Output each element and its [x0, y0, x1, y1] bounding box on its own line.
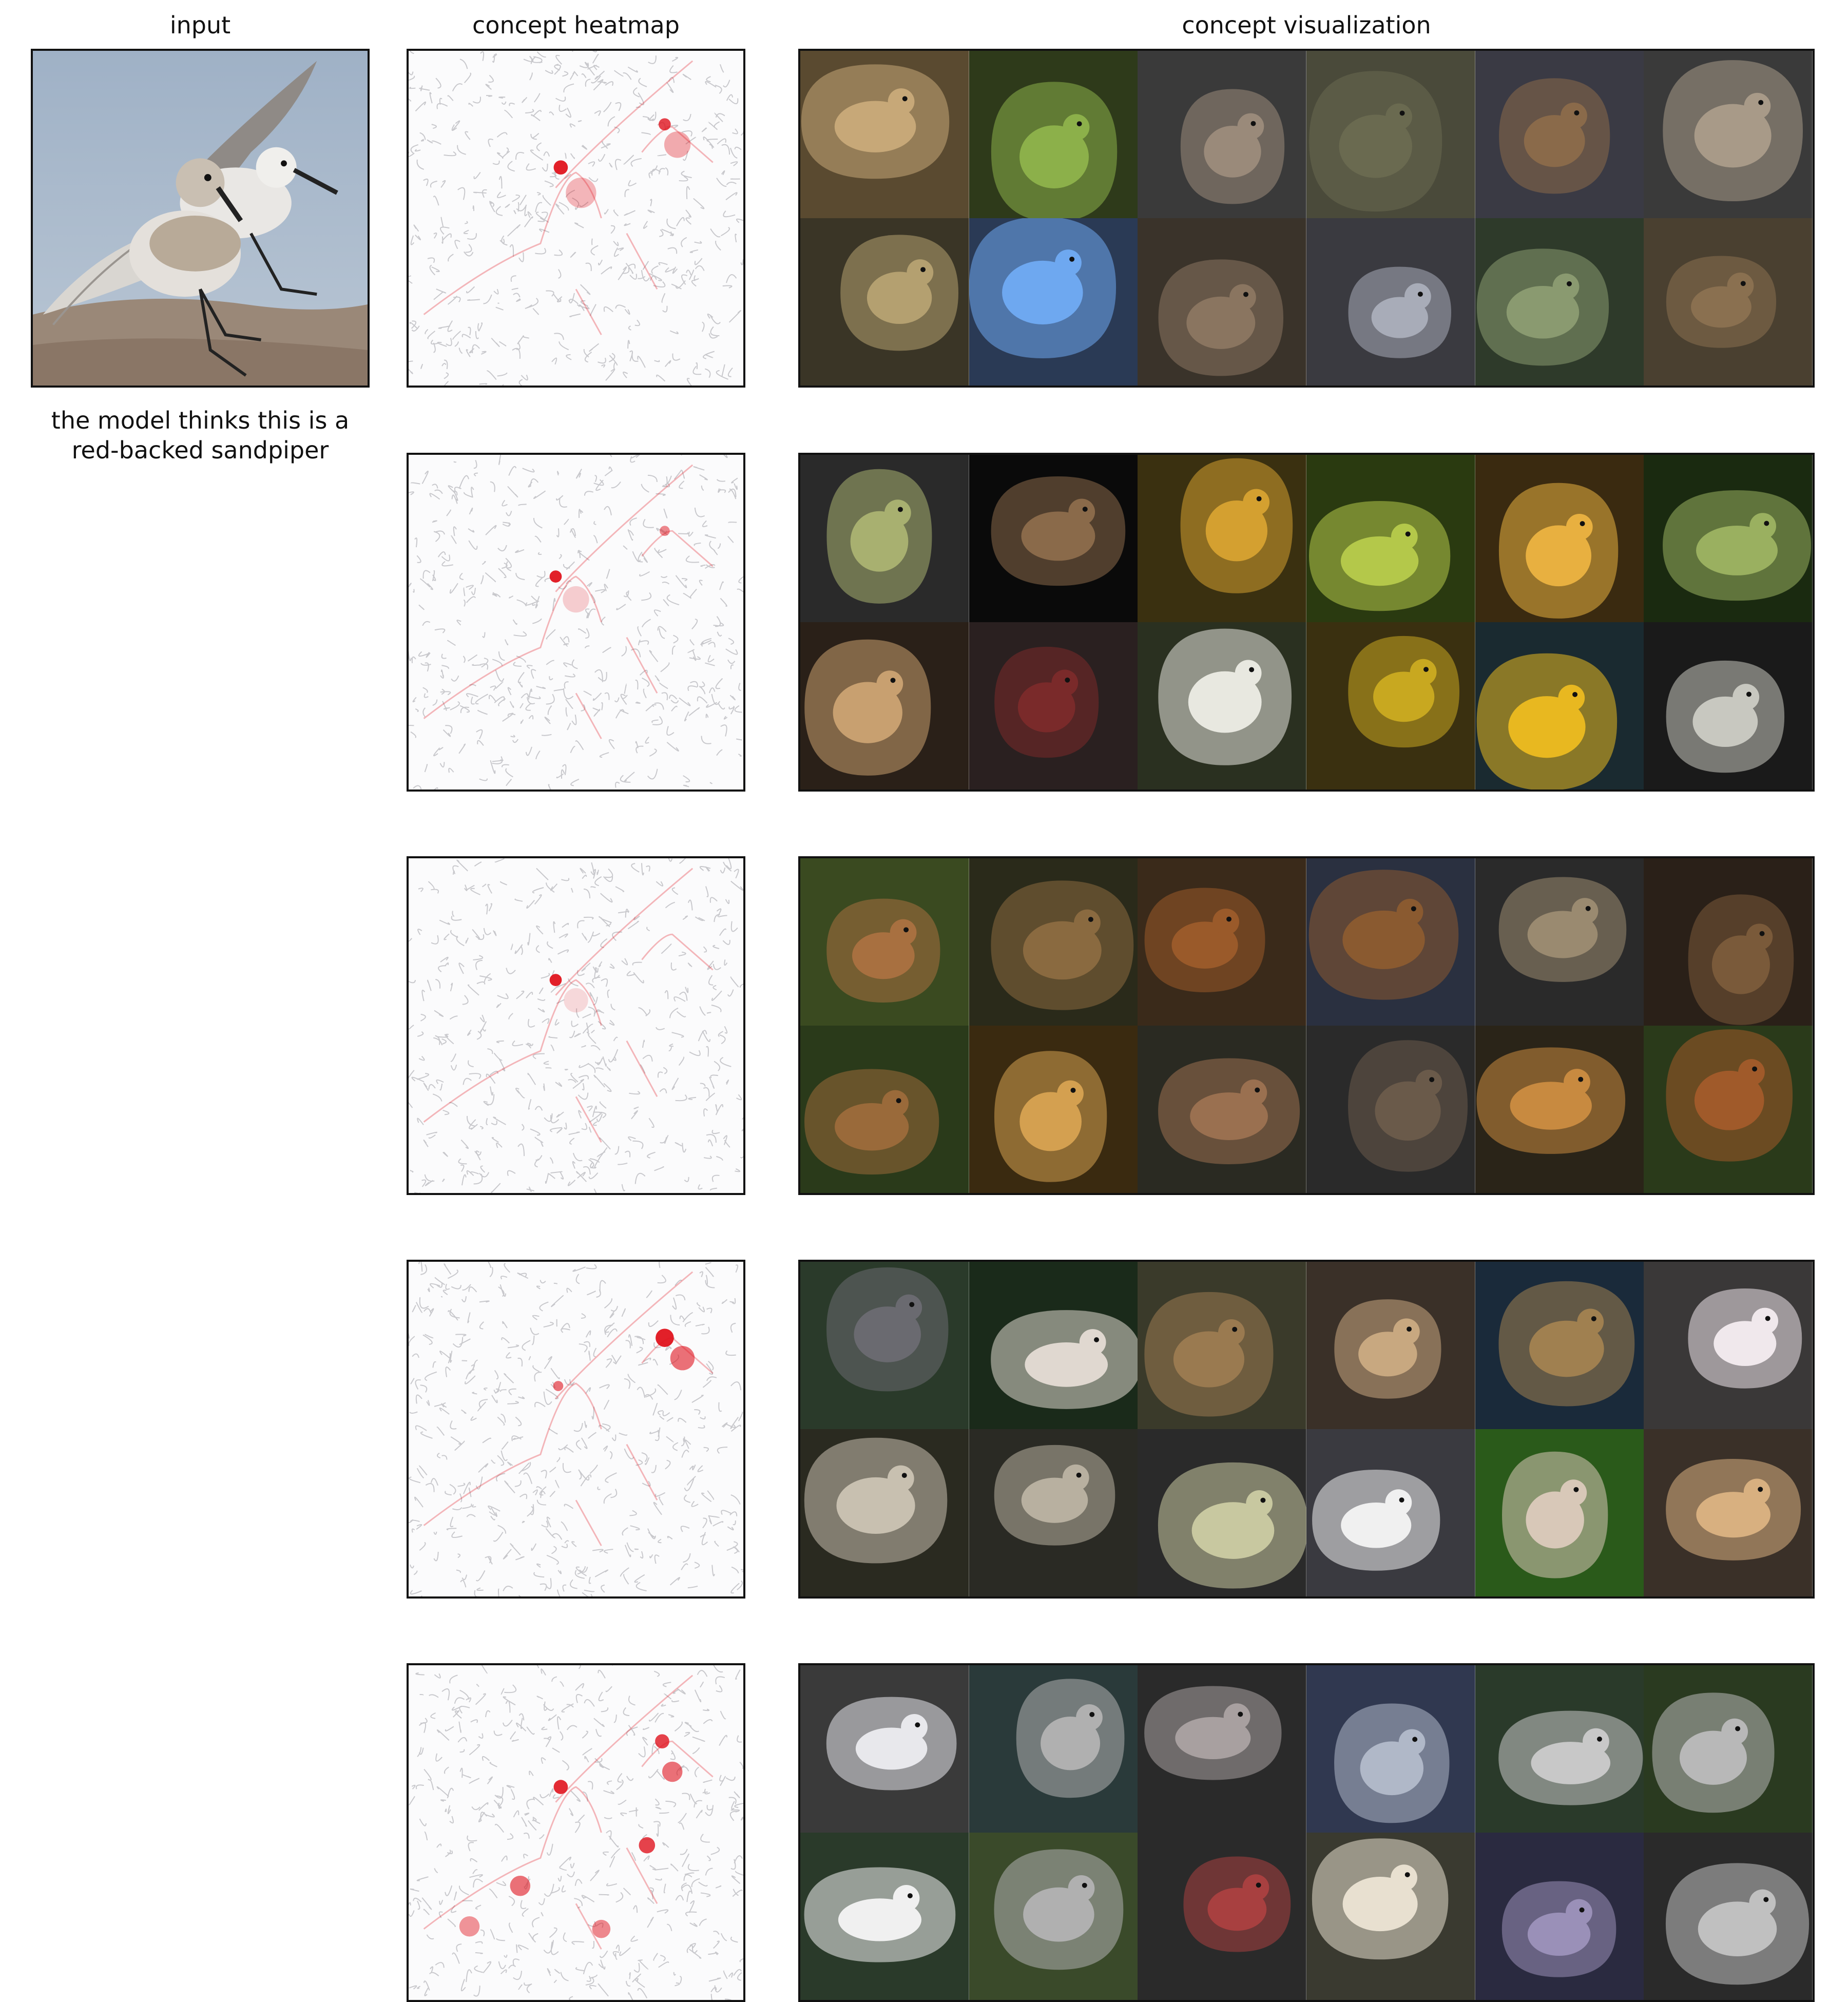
concept-tile-bedlington — [800, 1665, 969, 1833]
concept-tile-poodle — [969, 1833, 1138, 2000]
concept-tile-irish-terrier — [1138, 858, 1306, 1026]
concept-tile-border-terrier — [1644, 858, 1813, 1026]
concept-tile-terrier — [1644, 1026, 1813, 1193]
concept-tile-otter — [800, 1429, 969, 1596]
heat-spot — [553, 160, 568, 175]
concept-tile-turnstone — [800, 218, 969, 386]
caption-line-1: the model thinks this is a — [51, 407, 350, 434]
heat-spot — [553, 1381, 564, 1391]
heat-spot — [549, 570, 562, 583]
concept-tile-fishermen — [1306, 1665, 1475, 1833]
concept-tile-dogs — [1306, 1833, 1475, 2000]
concept-tile-redshank — [969, 218, 1138, 386]
concept-heatmap-3 — [407, 856, 745, 1195]
concept-tile-airedale — [800, 858, 969, 1026]
concept-tile-white-dog — [1306, 1429, 1475, 1596]
concept-tile-sea-slug — [1644, 622, 1813, 790]
concept-grid-4 — [798, 1260, 1815, 1599]
concept-tile-westie — [1138, 622, 1306, 790]
concept-tile-pufferfish — [1475, 622, 1644, 790]
concept-tile-shorebirds — [1306, 51, 1475, 218]
caption-line-2: red-backed sandpiper — [71, 436, 329, 464]
concept-tile-ferret — [1644, 1262, 1813, 1429]
prediction-caption: the model thinks this is a red-backed sa… — [10, 406, 390, 465]
concept-tile-prairie-dog — [1306, 1262, 1475, 1429]
heat-spot — [662, 1761, 683, 1782]
concept-heatmap-5 — [407, 1663, 745, 2002]
concept-heatmap-1 — [407, 49, 745, 388]
concept-tile-terrier — [800, 622, 969, 790]
heatmap-column-title: concept heatmap — [472, 11, 680, 39]
concept-tile-pastries — [1475, 455, 1644, 622]
concept-tile-weasel — [1475, 1429, 1644, 1596]
concept-tile-sandpiper — [1306, 218, 1475, 386]
concept-tile-marmot — [1138, 1262, 1306, 1429]
input-column-title: input — [169, 11, 231, 39]
concept-tile-airedale — [1306, 858, 1475, 1026]
concept-tile-sandpiper — [800, 51, 969, 218]
heat-spot — [670, 1345, 695, 1371]
concept-tile-dowitcher — [1644, 51, 1813, 218]
heat-spot — [639, 1837, 656, 1854]
concept-tile-sandpiper — [1138, 218, 1306, 386]
heat-spot — [563, 586, 589, 613]
concept-tile-squash — [1306, 622, 1475, 790]
input-image — [31, 49, 370, 388]
concept-tile-otter — [1138, 1429, 1306, 1596]
heat-spot — [664, 131, 691, 158]
heat-spot — [655, 1734, 669, 1749]
concept-tile-chestnut — [1306, 455, 1475, 622]
concept-tile-mink — [800, 1262, 969, 1429]
concept-tile-turnstone — [1475, 51, 1644, 218]
heat-spot — [592, 1919, 611, 1938]
concept-tile-caterpillar — [969, 455, 1138, 622]
concept-tile-soursop — [1644, 455, 1813, 622]
concept-tile-otterhound — [1306, 1026, 1475, 1193]
concept-tile-turnstone — [1138, 51, 1306, 218]
concept-tile-koala — [1475, 1833, 1644, 2000]
concept-tile-bakery — [969, 1026, 1138, 1193]
concept-tile-poodle — [1644, 1665, 1813, 1833]
concept-grid-5 — [798, 1663, 1815, 2002]
concept-tile-terrier — [1475, 858, 1644, 1026]
concept-tile-otters — [969, 1429, 1138, 1596]
concept-tile-chestnuts — [969, 622, 1138, 790]
heat-spot — [564, 988, 588, 1013]
heatmap-background — [409, 455, 743, 790]
heat-spot — [566, 177, 596, 208]
concept-tile-ferret — [969, 1262, 1138, 1429]
visualization-column-title: concept visualization — [1182, 11, 1431, 39]
concept-tile-terrier — [1475, 1026, 1644, 1193]
concept-tile-spiky-fruit — [800, 455, 969, 622]
concept-tile-bedlington — [800, 1833, 969, 2000]
sandpiper-photo — [33, 51, 368, 386]
concept-tile-koala — [1138, 1665, 1306, 1833]
concept-tile-lemur — [969, 1665, 1138, 1833]
heatmap-background — [409, 51, 743, 386]
concept-heatmap-2 — [407, 453, 745, 792]
concept-heatmap-4 — [407, 1260, 745, 1599]
concept-grid-3 — [798, 856, 1815, 1195]
concept-tile-airedale — [969, 858, 1138, 1026]
concept-tile-dowitcher — [1475, 218, 1644, 386]
heat-spot — [660, 526, 670, 536]
concept-tile-snipe — [1644, 218, 1813, 386]
concept-tile-marmot — [1475, 1262, 1644, 1429]
concept-grid-1 — [798, 49, 1815, 388]
concept-tile-terrier — [800, 1026, 969, 1193]
heat-spot — [549, 974, 562, 986]
heat-spot — [510, 1875, 531, 1896]
heat-spot — [659, 118, 671, 131]
heat-spot — [656, 1329, 674, 1347]
concept-grid-2 — [798, 453, 1815, 792]
concept-tile-lemur — [1475, 1665, 1644, 1833]
concept-tile-gourd — [1138, 455, 1306, 622]
heat-spot — [553, 1780, 568, 1794]
concept-tile-redshank — [969, 51, 1138, 218]
heat-spot — [459, 1916, 480, 1937]
concept-tile-terrier — [1138, 1026, 1306, 1193]
concept-tile-lemurs — [1644, 1833, 1813, 2000]
concept-tile-prairie-dog — [1644, 1429, 1813, 1596]
concept-tile-fishermen — [1138, 1833, 1306, 2000]
